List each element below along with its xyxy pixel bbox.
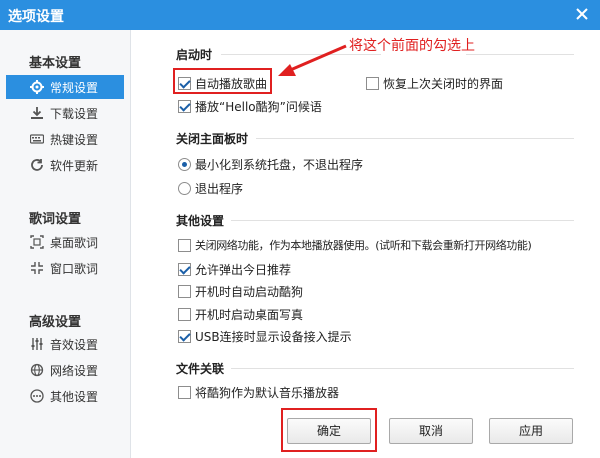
usb-prompt-label: USB连接时显示设备接入提示 — [195, 330, 352, 344]
minimize-label: 最小化到系统托盘，不退出程序 — [195, 158, 364, 172]
default-player-option[interactable]: 将酷狗作为默认音乐播放器 — [178, 384, 339, 401]
window-title: 选项设置 — [8, 9, 64, 25]
sidebar-item-window-lyrics[interactable]: 窗口歌词 — [6, 256, 124, 280]
sidebar-item-label: 桌面歌词 — [50, 235, 99, 250]
equalizer-icon — [31, 338, 43, 350]
sidebar-item-label: 常规设置 — [50, 80, 99, 95]
autostart-option[interactable]: 开机时自动启动酷狗 — [178, 283, 303, 300]
sidebar-item-network[interactable]: 网络设置 — [6, 358, 124, 382]
sidebar-item-desktop-lyrics[interactable]: 桌面歌词 — [6, 230, 124, 254]
annotation-text: 将这个前面的勾选上 — [349, 38, 475, 54]
sidebar-item-sound[interactable]: 音效设置 — [6, 332, 124, 356]
disable-network-checkbox[interactable] — [178, 238, 191, 252]
exit-radio[interactable] — [178, 182, 191, 195]
restore-checkbox[interactable] — [366, 77, 379, 90]
download-icon — [31, 107, 43, 119]
restore-option[interactable]: 恢复上次关闭时的界面 — [366, 75, 503, 92]
settings-sidebar: 基本设置 常规设置 下载设置 热键设置 软件更新 歌词设置 桌面歌词 窗口歌词 … — [0, 30, 131, 458]
sidebar-item-general[interactable]: 常规设置 — [6, 75, 124, 99]
restore-label: 恢复上次关闭时的界面 — [383, 77, 504, 91]
sidebar-item-label: 热键设置 — [50, 132, 99, 147]
cancel-button[interactable]: 取消 — [389, 418, 473, 444]
default-player-label: 将酷狗作为默认音乐播放器 — [195, 386, 340, 400]
desktop-photo-option[interactable]: 开机时启动桌面写真 — [178, 306, 303, 323]
group-title-advanced: 高级设置 — [29, 315, 82, 330]
sidebar-item-label: 下载设置 — [50, 106, 99, 121]
exit-label: 退出程序 — [195, 182, 244, 196]
desktop-photo-checkbox[interactable] — [178, 308, 191, 321]
gear-icon — [30, 80, 44, 94]
sidebar-item-label: 软件更新 — [50, 158, 99, 173]
apply-button[interactable]: 应用 — [489, 418, 573, 444]
usb-prompt-option[interactable]: USB连接时显示设备接入提示 — [178, 328, 352, 345]
sidebar-item-other[interactable]: 其他设置 — [6, 384, 124, 408]
greeting-option[interactable]: 播放“Hello酷狗”问候语 — [178, 98, 322, 115]
keyboard-icon — [30, 134, 44, 144]
more-icon — [30, 389, 44, 403]
section-divider — [231, 220, 574, 221]
desktop-photo-label: 开机时启动桌面写真 — [195, 308, 304, 322]
section-title-file-assoc: 文件关联 — [176, 362, 225, 376]
settings-content: 启动时 自动播放歌曲 恢复上次关闭时的界面 播放“Hello酷狗”问候语 关闭主… — [131, 30, 600, 458]
default-player-checkbox[interactable] — [178, 386, 191, 399]
minimize-option[interactable]: 最小化到系统托盘，不退出程序 — [178, 156, 363, 173]
sidebar-item-label: 窗口歌词 — [50, 261, 99, 276]
autostart-label: 开机时自动启动酷狗 — [195, 285, 304, 299]
greeting-checkbox[interactable] — [178, 100, 191, 113]
sidebar-item-label: 音效设置 — [50, 337, 99, 352]
window-lyrics-icon — [31, 262, 43, 274]
section-divider — [466, 54, 574, 55]
arrow-icon — [278, 44, 347, 76]
usb-prompt-checkbox[interactable] — [178, 330, 191, 343]
section-divider — [231, 368, 574, 369]
sidebar-item-hotkey[interactable]: 热键设置 — [6, 127, 124, 151]
daily-recommend-label: 允许弹出今日推荐 — [195, 263, 292, 277]
sidebar-item-label: 网络设置 — [50, 363, 99, 378]
daily-recommend-option[interactable]: 允许弹出今日推荐 — [178, 261, 291, 278]
refresh-icon — [31, 159, 43, 171]
section-divider — [256, 138, 574, 139]
group-title-basic: 基本设置 — [29, 56, 82, 71]
disable-network-option[interactable]: 关闭网络功能，作为本地播放器使用。(试听和下载会重新打开网络功能) — [178, 237, 532, 253]
minimize-radio[interactable] — [178, 158, 191, 171]
close-icon[interactable] — [572, 4, 592, 24]
greeting-label: 播放“Hello酷狗”问候语 — [195, 100, 322, 114]
exit-option[interactable]: 退出程序 — [178, 180, 243, 197]
section-title-startup: 启动时 — [176, 48, 213, 62]
sidebar-item-download[interactable]: 下载设置 — [6, 101, 124, 125]
section-title-close: 关闭主面板时 — [176, 132, 249, 146]
network-icon — [30, 363, 44, 377]
daily-recommend-checkbox[interactable] — [178, 263, 191, 276]
disable-network-label: 关闭网络功能，作为本地播放器使用。(试听和下载会重新打开网络功能) — [195, 239, 532, 252]
desktop-lyrics-icon — [30, 235, 44, 249]
highlight-box — [281, 408, 377, 452]
title-bar: 选项设置 — [0, 0, 600, 30]
highlight-box — [173, 68, 272, 94]
sidebar-item-label: 其他设置 — [50, 389, 99, 404]
group-title-lyrics: 歌词设置 — [29, 212, 82, 227]
autostart-checkbox[interactable] — [178, 285, 191, 298]
sidebar-item-update[interactable]: 软件更新 — [6, 153, 124, 177]
section-title-other: 其他设置 — [176, 214, 225, 228]
